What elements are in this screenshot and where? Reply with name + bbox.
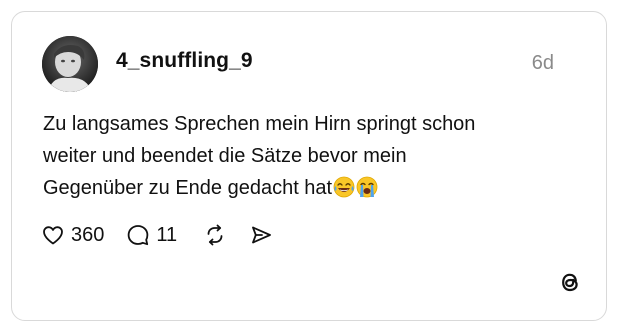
post-actions: 360 11 bbox=[41, 220, 273, 250]
reply-button[interactable]: 11 bbox=[126, 220, 177, 250]
reply-count: 11 bbox=[156, 223, 178, 246]
share-button[interactable] bbox=[249, 220, 273, 250]
comment-bubble-icon bbox=[128, 225, 149, 246]
post-text-line: Gegenüber zu Ende gedacht hat bbox=[43, 177, 333, 199]
like-count: 360 bbox=[71, 223, 105, 246]
post-text: Zu langsames Sprechen mein Hirn springt … bbox=[43, 108, 583, 204]
like-button[interactable]: 360 bbox=[41, 220, 104, 250]
threads-logo-icon[interactable] bbox=[556, 268, 584, 296]
crying-emoji bbox=[356, 176, 378, 198]
avatar[interactable] bbox=[42, 36, 98, 92]
repost-icon bbox=[207, 224, 223, 246]
post-timestamp[interactable]: 6d bbox=[532, 52, 554, 75]
post-text-line: weiter und beendet die Sätze bevor mein bbox=[43, 145, 407, 167]
send-icon bbox=[252, 226, 272, 244]
post-card[interactable]: 4_snuffling_9 6d Zu langsames Sprechen m… bbox=[11, 11, 607, 321]
username-link[interactable]: 4_snuffling_9 bbox=[116, 49, 253, 73]
heart-icon bbox=[43, 226, 63, 245]
laughing-tears-emoji bbox=[333, 176, 355, 198]
post-text-line: Zu langsames Sprechen mein Hirn springt … bbox=[43, 113, 476, 135]
repost-button[interactable] bbox=[203, 220, 227, 250]
